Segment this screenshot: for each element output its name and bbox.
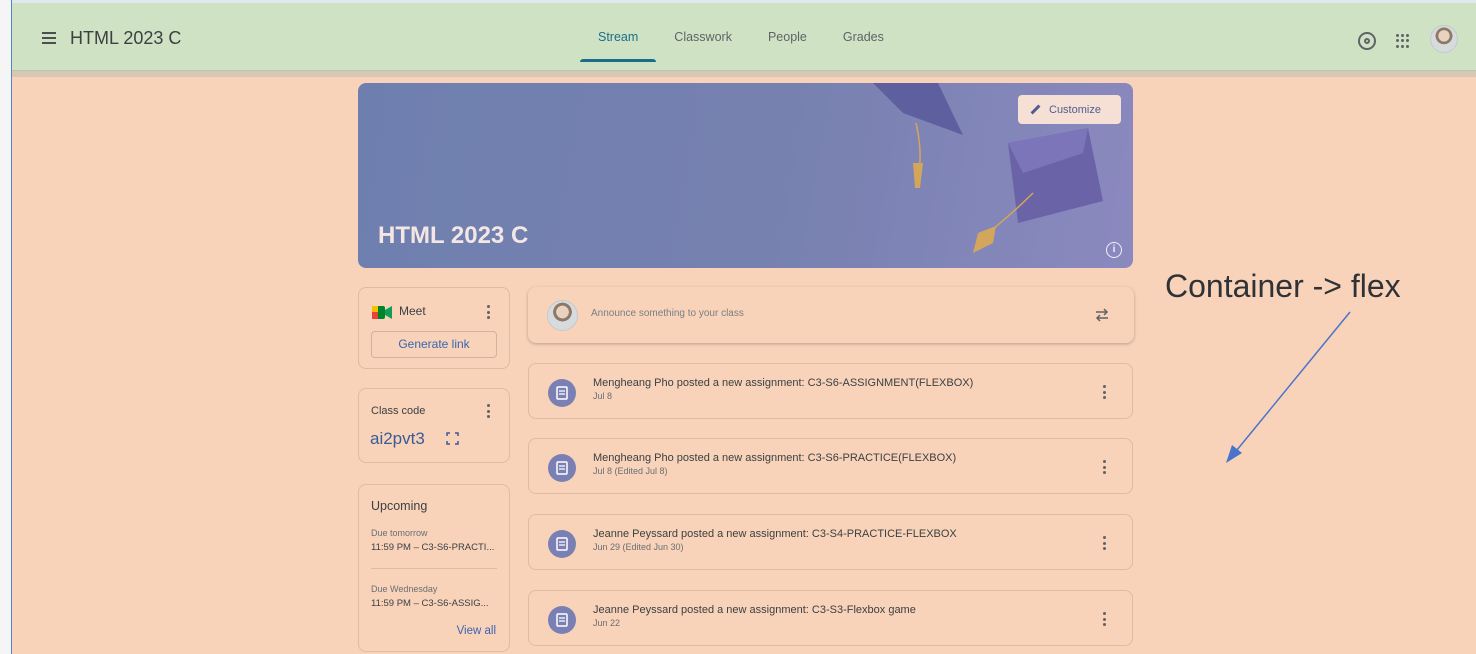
tab-grades[interactable]: Grades — [825, 3, 902, 71]
upcoming-card: Upcoming Due tomorrow 11:59 PM – C3-S6-P… — [358, 484, 510, 652]
fullscreen-icon[interactable] — [446, 432, 459, 445]
meet-label: Meet — [399, 304, 426, 318]
class-code-value: ai2pvt3 — [370, 429, 425, 448]
annotation-label: Container -> flex — [1165, 268, 1401, 304]
tab-stream[interactable]: Stream — [580, 3, 657, 71]
stream-post[interactable]: Jeanne Peyssard posted a new assignment:… — [528, 514, 1133, 570]
info-icon[interactable]: i — [1106, 242, 1122, 258]
stream-post[interactable]: Jeanne Peyssard posted a new assignment:… — [528, 590, 1133, 646]
banner-title: HTML 2023 C — [378, 222, 529, 249]
class-banner: Customize HTML 2023 C i — [358, 83, 1133, 268]
post-more-icon[interactable] — [1102, 385, 1106, 401]
stream-post[interactable]: Mengheang Pho posted a new assignment: C… — [528, 438, 1133, 494]
class-title[interactable]: HTML 2023 C — [70, 28, 181, 49]
user-avatar — [547, 300, 578, 331]
meet-card: Meet Generate link — [358, 287, 510, 369]
due-label: Due tomorrow — [371, 528, 428, 538]
tab-people[interactable]: People — [750, 3, 825, 71]
account-avatar[interactable] — [1430, 25, 1458, 53]
announce-placeholder[interactable]: Announce something to your class — [591, 308, 744, 319]
due-label: Due Wednesday — [371, 584, 438, 594]
meet-more-icon[interactable] — [486, 305, 490, 321]
class-code-label: Class code — [371, 405, 426, 417]
customize-button[interactable]: Customize — [1018, 95, 1121, 124]
post-title[interactable]: Jeanne Peyssard posted a new assignment:… — [593, 604, 916, 616]
upcoming-title: Upcoming — [371, 499, 428, 513]
google-meet-icon — [372, 306, 392, 319]
post-date: Jun 22 — [593, 618, 621, 628]
post-title[interactable]: Mengheang Pho posted a new assignment: C… — [593, 377, 973, 389]
class-code-more-icon[interactable] — [486, 404, 490, 420]
settings-gear-icon[interactable] — [1358, 32, 1376, 50]
view-all-link[interactable]: View all — [457, 625, 496, 637]
generate-link-button[interactable]: Generate link — [371, 331, 497, 358]
assignment-icon — [548, 606, 576, 634]
upcoming-item[interactable]: 11:59 PM – C3-S6-ASSIG... — [371, 598, 501, 609]
post-date: Jul 8 (Edited Jul 8) — [593, 466, 668, 476]
pencil-icon — [1028, 102, 1043, 117]
post-more-icon[interactable] — [1102, 460, 1106, 476]
window-left-edge — [0, 0, 12, 654]
upcoming-item[interactable]: 11:59 PM – C3-S6-PRACTI... — [371, 542, 501, 553]
announce-box[interactable]: Announce something to your class — [528, 287, 1134, 343]
post-date: Jul 8 — [593, 391, 613, 401]
repost-icon[interactable] — [1094, 307, 1110, 323]
assignment-icon — [548, 530, 576, 558]
hamburger-menu-icon[interactable] — [42, 32, 56, 44]
assignment-icon — [548, 379, 576, 407]
class-tabs: Stream Classwork People Grades — [580, 3, 902, 71]
post-title[interactable]: Jeanne Peyssard posted a new assignment:… — [593, 528, 957, 540]
annotation-arrow-icon — [1226, 311, 1351, 463]
customize-label: Customize — [1049, 103, 1101, 116]
post-title[interactable]: Mengheang Pho posted a new assignment: C… — [593, 452, 956, 464]
tab-classwork[interactable]: Classwork — [656, 3, 750, 71]
top-bar-actions — [1358, 25, 1458, 53]
upcoming-divider — [371, 568, 497, 569]
stream-post[interactable]: Mengheang Pho posted a new assignment: C… — [528, 363, 1133, 419]
post-more-icon[interactable] — [1102, 612, 1106, 628]
post-more-icon[interactable] — [1102, 536, 1106, 552]
top-bar-divider — [12, 71, 1476, 77]
class-code-card: Class code ai2pvt3 — [358, 388, 510, 463]
assignment-icon — [548, 454, 576, 482]
google-apps-icon[interactable] — [1396, 34, 1410, 48]
post-date: Jun 29 (Edited Jun 30) — [593, 542, 684, 552]
